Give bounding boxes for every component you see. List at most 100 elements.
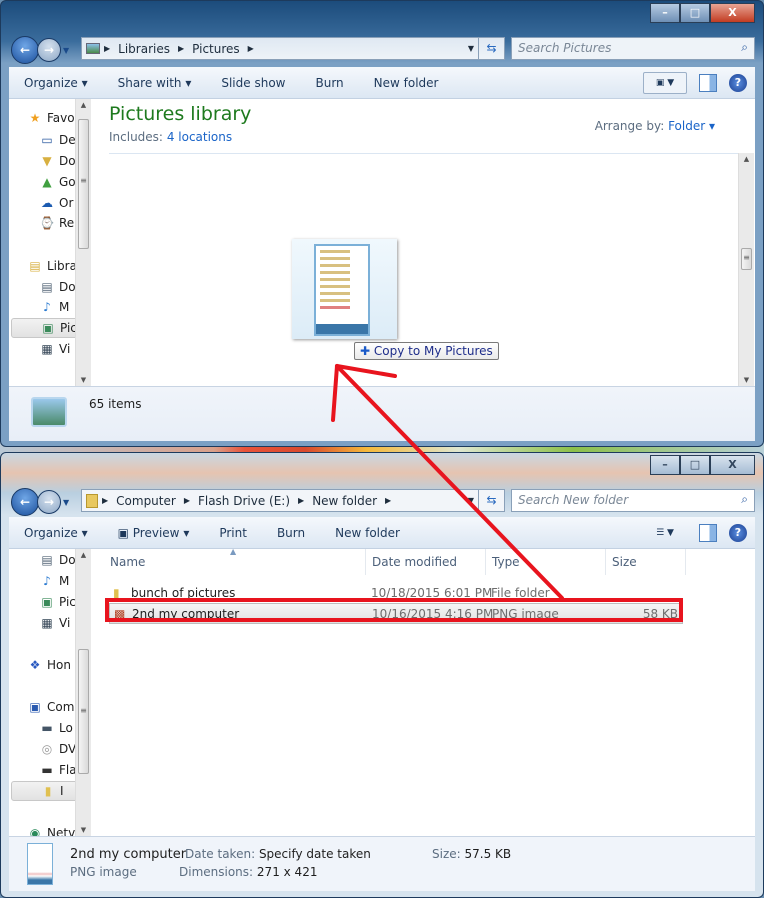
address-bar[interactable]: ▶ Libraries ▶ Pictures ▶ ▼ ⇆: [81, 37, 505, 60]
nav-item-google-drive[interactable]: ▲ Go: [39, 172, 75, 192]
nav-item-videos[interactable]: ▦ Vi: [39, 613, 70, 633]
details-pane: 2nd my computer PNG image Date taken: Sp…: [9, 836, 755, 891]
nav-item-flash-drive[interactable]: ▬ Fla: [39, 760, 76, 780]
column-header-size[interactable]: Size: [606, 549, 686, 575]
documents-icon: ▤: [41, 553, 53, 567]
breadcrumb-computer[interactable]: Computer: [116, 494, 176, 508]
change-view-button[interactable]: ☰ ▼: [643, 522, 687, 544]
organize-button[interactable]: Organize ▾: [9, 76, 103, 90]
library-icon: [31, 397, 67, 427]
nav-item-music[interactable]: ♪ M: [39, 297, 69, 317]
change-view-button[interactable]: ▣ ▼: [643, 72, 687, 94]
nav-item-recent-places[interactable]: ⌚ Re: [39, 213, 75, 233]
search-input[interactable]: Search Pictures ⌕: [511, 37, 755, 60]
command-bar: Organize ▾ Share with ▾ Slide show Burn …: [9, 67, 755, 99]
close-button[interactable]: X: [710, 3, 755, 23]
column-header-date-modified[interactable]: Date modified: [366, 549, 486, 575]
nav-item-label: Com: [47, 700, 75, 714]
nav-item-onedrive[interactable]: ☁ Or: [39, 193, 73, 213]
column-header-type[interactable]: Type: [486, 549, 606, 575]
library-title: Pictures library: [109, 103, 252, 125]
network-icon: ◉: [29, 826, 41, 836]
onedrive-icon: ☁: [41, 196, 53, 210]
share-with-button[interactable]: Share with ▾: [103, 76, 207, 90]
nav-item-homegroup[interactable]: ❖ Hon: [27, 655, 71, 675]
preview-pane-button[interactable]: [699, 524, 717, 542]
refresh-button[interactable]: ⇆: [478, 490, 504, 511]
downloads-icon: ▼: [42, 154, 52, 168]
close-button[interactable]: X: [710, 455, 755, 475]
organize-button[interactable]: Organize ▾: [9, 526, 103, 540]
recent-places-icon: ⌚: [39, 216, 55, 230]
nav-item-videos[interactable]: ▦ Vi: [39, 339, 70, 359]
locations-link[interactable]: 4 locations: [167, 130, 232, 144]
help-button[interactable]: ?: [729, 74, 747, 92]
google-drive-icon: ▲: [42, 175, 52, 189]
videos-icon: ▦: [41, 616, 53, 630]
date-taken-field[interactable]: Specify date taken: [259, 847, 371, 861]
nav-item-computer[interactable]: ▣ Com: [27, 697, 74, 717]
forward-button[interactable]: →: [37, 38, 61, 62]
breadcrumb-pictures[interactable]: Pictures: [192, 42, 240, 56]
column-header-name[interactable]: Name ▲: [104, 547, 366, 575]
recent-pages-dropdown[interactable]: ▼: [63, 498, 69, 507]
breadcrumb-libraries[interactable]: Libraries: [118, 42, 170, 56]
arrange-by-dropdown[interactable]: Folder ▾: [668, 119, 715, 133]
breadcrumb-new-folder[interactable]: New folder: [312, 494, 377, 508]
refresh-button[interactable]: ⇆: [478, 38, 504, 59]
help-button[interactable]: ?: [729, 524, 747, 542]
desktop-icon: ▭: [41, 133, 53, 147]
content-scrollbar[interactable]: ▲ ≡ ▼: [738, 153, 754, 386]
arrange-by: Arrange by: Folder ▾: [594, 119, 715, 133]
music-icon: ♪: [43, 300, 51, 314]
nav-scrollbar[interactable]: ▲ ≡ ▼: [75, 549, 91, 836]
nav-item-music[interactable]: ♪ M: [39, 571, 69, 591]
nav-item-libraries[interactable]: ▤ Libra: [27, 256, 77, 276]
details-file-name: 2nd my computer: [70, 847, 187, 862]
pictures-icon: [86, 43, 100, 54]
minimize-button[interactable]: –: [650, 455, 680, 475]
maximize-button[interactable]: □: [680, 455, 710, 475]
nav-scrollbar[interactable]: ▲ ≡ ▼: [75, 99, 91, 386]
nav-item-star[interactable]: ★ Favo: [27, 108, 75, 128]
slide-show-button[interactable]: Slide show: [206, 76, 300, 90]
nav-item-documents[interactable]: ▤ Do: [39, 277, 75, 297]
flash-drive-icon: ▬: [41, 763, 53, 777]
item-count: 65 items: [89, 397, 142, 411]
nav-item-label: DV: [59, 742, 77, 756]
burn-button[interactable]: Burn: [300, 76, 358, 90]
forward-button[interactable]: →: [37, 490, 61, 514]
nav-item-label: Favo: [47, 111, 75, 125]
status-bar: 65 items: [9, 386, 755, 441]
nav-item-label: Do: [59, 553, 76, 567]
new-folder-button[interactable]: New folder: [359, 76, 454, 90]
maximize-button[interactable]: □: [680, 3, 710, 23]
nav-item-label: Vi: [59, 342, 71, 356]
breadcrumb-flash-drive[interactable]: Flash Drive (E:): [198, 494, 290, 508]
folder-icon: ▮: [44, 784, 52, 798]
recent-pages-dropdown[interactable]: ▼: [63, 46, 69, 55]
nav-item-documents[interactable]: ▤ Do: [39, 550, 76, 570]
burn-button[interactable]: Burn: [262, 526, 320, 540]
minimize-button[interactable]: –: [650, 3, 680, 23]
command-bar: Organize ▾ ▣ Preview ▾ Print Burn New fo…: [9, 517, 755, 549]
nav-item-desktop[interactable]: ▭ De: [39, 130, 75, 150]
nav-item-dvd-drive[interactable]: ◎ DV: [39, 739, 77, 759]
back-button[interactable]: ←: [11, 36, 39, 64]
address-dropdown[interactable]: ▼: [468, 496, 474, 505]
search-icon: ⌕: [741, 492, 748, 506]
print-button[interactable]: Print: [204, 526, 262, 540]
search-input[interactable]: Search New folder ⌕: [511, 489, 755, 512]
address-bar[interactable]: ▶ Computer ▶ Flash Drive (E:) ▶ New folder …: [81, 489, 505, 512]
new-folder-button[interactable]: New folder: [320, 526, 415, 540]
nav-item-local-disk[interactable]: ▬ Lo: [39, 718, 73, 738]
preview-button[interactable]: ▣ Preview ▾: [103, 526, 205, 540]
nav-item-downloads[interactable]: ▼ Do: [39, 151, 75, 171]
nav-item-network[interactable]: ◉ Netv: [27, 823, 75, 836]
annotation-highlight-box: [105, 598, 683, 622]
address-dropdown[interactable]: ▼: [468, 44, 474, 53]
preview-pane-button[interactable]: [699, 74, 717, 92]
back-button[interactable]: ←: [11, 488, 39, 516]
nav-item-pictures[interactable]: ▣ Pic: [39, 592, 76, 612]
drag-tooltip: ✚ Copy to My Pictures: [354, 342, 499, 360]
